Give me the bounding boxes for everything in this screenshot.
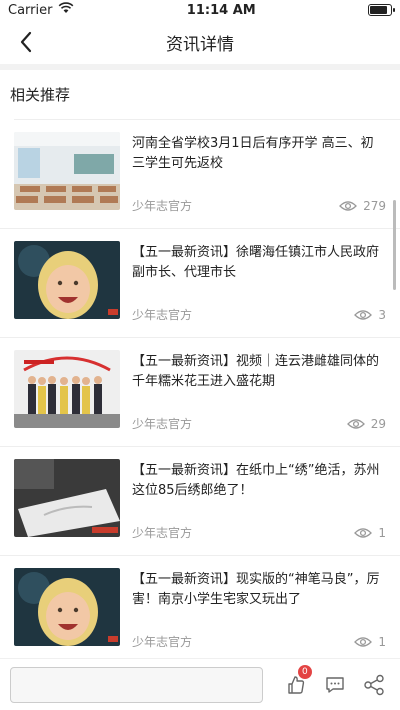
status-left: Carrier (8, 2, 74, 18)
bottom-bar: 0 (0, 658, 400, 710)
news-list-item[interactable]: 【五一最新资讯】视频｜连云港雌雄同体的千年糯米花王进入盛花期少年志官方 29 (0, 338, 400, 447)
news-info: 【五一最新资讯】在纸巾上“绣”绝活，苏州这位85后绣郎绝了！ 少年志官方 1 (132, 459, 386, 543)
share-button[interactable] (359, 669, 390, 701)
news-list-item[interactable]: 河南全省学校3月1日后有序开学 高三、初三学生可先返校少年志官方 279 (0, 120, 400, 229)
view-count-value: 1 (378, 634, 386, 649)
eye-icon (354, 527, 373, 538)
news-title: 【五一最新资讯】视频｜连云港雌雄同体的千年糯米花王进入盛花期 (132, 354, 380, 389)
news-info: 【五一最新资讯】现实版的“神笔马良”，厉害！南京小学生宅家又玩出了少年志官方 1 (132, 568, 386, 652)
news-meta: 少年志官方 1 (132, 524, 386, 541)
comment-icon (326, 676, 345, 693)
view-count-value: 29 (370, 416, 386, 431)
news-thumbnail (14, 241, 120, 319)
news-thumbnail (14, 459, 120, 537)
news-title: 河南全省学校3月1日后有序开学 高三、初三学生可先返校 (132, 136, 374, 171)
eye-icon (354, 636, 373, 647)
status-bar: Carrier 11:14 AM (0, 0, 400, 20)
chevron-left-icon (20, 31, 32, 53)
news-meta: 少年志官方 29 (132, 415, 386, 432)
like-button[interactable]: 0 (281, 664, 312, 701)
news-list-item[interactable]: 【五一最新资讯】现实版的“神笔马良”，厉害！南京小学生宅家又玩出了少年志官方 1 (0, 556, 400, 665)
carrier-label: Carrier (8, 2, 53, 18)
news-list-item[interactable]: 【五一最新资讯】徐曙海任镇江市人民政府副市长、代理市长少年志官方 3 (0, 229, 400, 338)
comment-input[interactable] (10, 666, 263, 703)
news-title: 【五一最新资讯】在纸巾上“绣”绝活，苏州这位85后绣郎绝了！ (132, 463, 380, 498)
news-info: 【五一最新资讯】徐曙海任镇江市人民政府副市长、代理市长少年志官方 3 (132, 241, 386, 325)
view-count: 1 (354, 635, 386, 649)
news-thumbnail (14, 132, 120, 210)
like-count-badge: 0 (297, 664, 312, 679)
news-source: 少年志官方 (132, 308, 193, 322)
view-count-value: 279 (363, 198, 386, 213)
news-source: 少年志官方 (132, 199, 193, 213)
news-title: 【五一最新资讯】现实版的“神笔马良”，厉害！南京小学生宅家又玩出了 (132, 572, 380, 607)
view-count: 29 (346, 416, 386, 431)
nav-bar: 资讯详情 (0, 20, 400, 64)
view-count-value: 3 (378, 307, 386, 322)
eye-icon (346, 418, 365, 429)
view-count: 3 (354, 308, 386, 322)
scrollbar[interactable] (393, 200, 396, 290)
view-count-value: 1 (378, 525, 386, 540)
comment-button[interactable] (320, 669, 351, 701)
news-list-item[interactable]: 【五一最新资讯】在纸巾上“绣”绝活，苏州这位85后绣郎绝了！ 少年志官方 1 (0, 447, 400, 556)
news-source: 少年志官方 (132, 526, 193, 540)
eye-icon (339, 200, 358, 211)
news-thumbnail (14, 350, 120, 428)
clock: 11:14 AM (186, 2, 256, 18)
back-button[interactable] (14, 30, 38, 54)
section-title: 相关推荐 (10, 86, 71, 104)
news-title: 【五一最新资讯】徐曙海任镇江市人民政府副市长、代理市长 (132, 245, 380, 280)
page-title: 资讯详情 (166, 34, 234, 55)
news-meta: 少年志官方 1 (132, 633, 386, 650)
eye-icon (354, 309, 373, 320)
view-count: 279 (339, 199, 386, 213)
battery-icon (368, 4, 395, 16)
wifi-icon (58, 2, 74, 18)
news-meta: 少年志官方 3 (132, 306, 386, 323)
share-icon (364, 674, 385, 695)
news-source: 少年志官方 (132, 635, 193, 649)
news-meta: 少年志官方 279 (132, 197, 386, 214)
news-info: 河南全省学校3月1日后有序开学 高三、初三学生可先返校少年志官方 279 (132, 132, 386, 216)
news-info: 【五一最新资讯】视频｜连云港雌雄同体的千年糯米花王进入盛花期少年志官方 29 (132, 350, 386, 434)
view-count: 1 (354, 526, 386, 540)
news-thumbnail (14, 568, 120, 646)
news-source: 少年志官方 (132, 417, 193, 431)
recommend-list: 河南全省学校3月1日后有序开学 高三、初三学生可先返校少年志官方 279 【五一最新… (0, 120, 400, 665)
